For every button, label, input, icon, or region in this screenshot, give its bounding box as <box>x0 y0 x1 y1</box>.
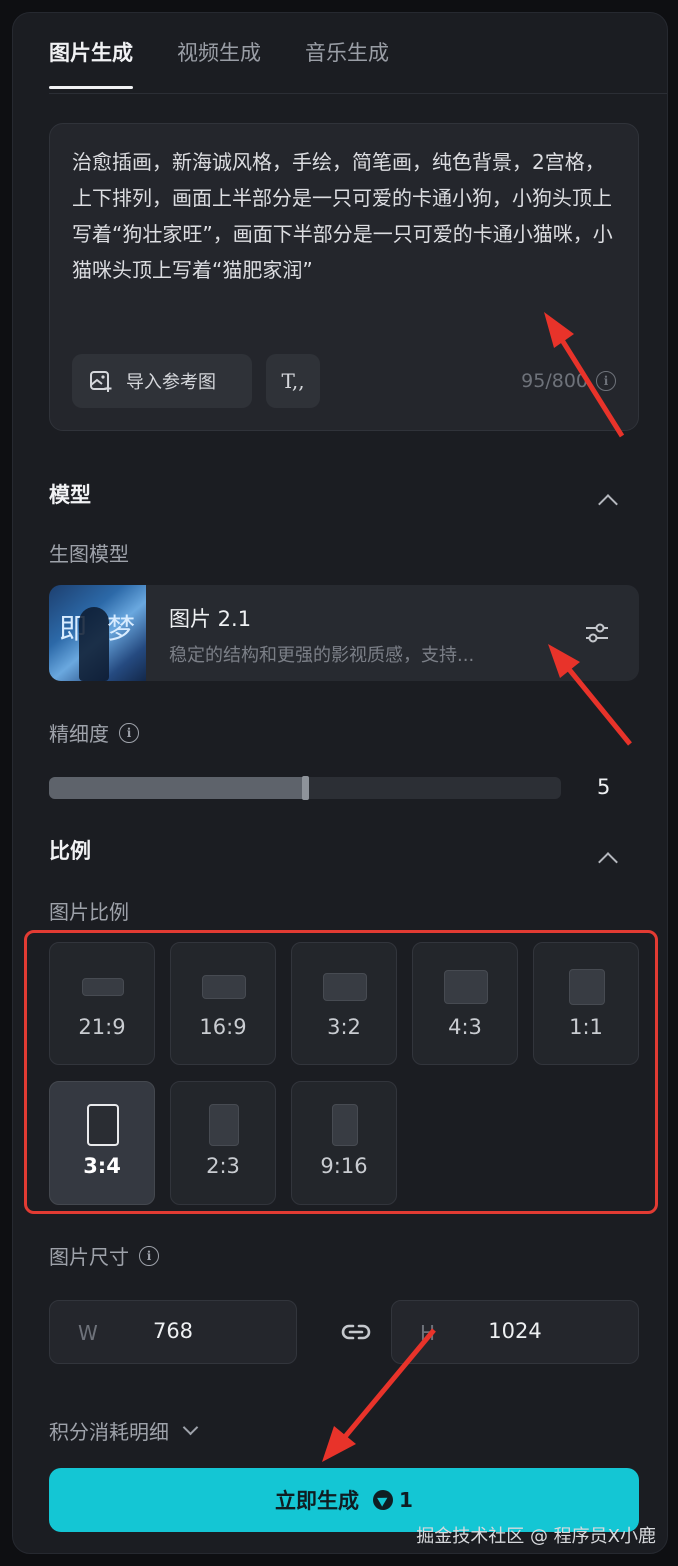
height-value[interactable]: 1024 <box>392 1319 638 1343</box>
collapse-model-chevron-icon[interactable] <box>598 494 618 514</box>
ratio-shape-icon <box>87 1104 119 1146</box>
tab-bar: 图片生成 视频生成 音乐生成 <box>49 37 389 89</box>
cost-details-toggle[interactable]: 积分消耗明细 <box>49 1416 199 1445</box>
ratio-label: 16:9 <box>199 1015 247 1039</box>
thumb-figure <box>79 607 109 681</box>
detail-label-row: 精细度 i <box>49 718 139 747</box>
prompt-text[interactable]: 治愈插画，新海诚风格，手绘，简笔画，纯色背景，2宫格，上下排列，画面上半部分是一… <box>72 144 620 288</box>
sliders-settings-icon[interactable] <box>583 619 611 647</box>
detail-label: 精细度 <box>49 722 109 746</box>
model-name: 图片 2.1 <box>169 607 252 631</box>
thumb-glyph-2: 梦 <box>107 612 136 645</box>
tab-image-generation[interactable]: 图片生成 <box>49 37 133 89</box>
watermark: 掘金技术社区 @ 程序员X小鹿 <box>416 1526 656 1547</box>
ratio-shape-icon <box>209 1104 239 1146</box>
ratio-option-2-3[interactable]: 2:3 <box>170 1081 276 1205</box>
width-field[interactable]: W 768 <box>49 1300 297 1364</box>
detail-value: 5 <box>597 775 611 799</box>
detail-info-icon[interactable]: i <box>119 722 139 743</box>
image-add-icon <box>90 371 112 392</box>
info-icon[interactable]: i <box>596 371 616 391</box>
model-thumbnail: 即 梦 <box>49 585 146 681</box>
prompt-input[interactable]: 治愈插画，新海诚风格，手绘，简笔画，纯色背景，2宫格，上下排列，画面上半部分是一… <box>49 123 639 431</box>
ratio-option-1-1[interactable]: 1:1 <box>533 942 639 1065</box>
import-reference-button[interactable]: 导入参考图 <box>72 354 252 408</box>
model-description: 稳定的结构和更强的影视质感，支持... <box>169 645 475 666</box>
ratio-option-3-4[interactable]: 3:4 <box>49 1081 155 1205</box>
link-aspect-icon[interactable] <box>339 1315 373 1349</box>
import-reference-label: 导入参考图 <box>126 372 216 393</box>
tabs-divider <box>49 93 667 94</box>
ratio-shape-icon <box>323 973 367 1001</box>
model-sub-label: 生图模型 <box>49 542 129 566</box>
ratio-label: 2:3 <box>206 1154 240 1178</box>
ratio-label: 21:9 <box>78 1015 126 1039</box>
ratio-label: 1:1 <box>569 1015 603 1039</box>
generate-label: 立即生成 <box>275 1489 360 1513</box>
slider-fill <box>49 777 305 799</box>
text-tool-button[interactable]: T,, <box>266 354 320 408</box>
cost-label: 积分消耗明细 <box>49 1420 169 1444</box>
ratio-shape-icon <box>82 978 124 996</box>
text-format-icon: T,, <box>281 369 305 393</box>
ratio-label: 3:2 <box>327 1015 361 1039</box>
ratio-option-9-16[interactable]: 9:16 <box>291 1081 397 1205</box>
ratio-section-title: 比例 <box>49 839 91 863</box>
width-value[interactable]: 768 <box>50 1319 296 1343</box>
credit-count: 1 <box>399 1488 413 1512</box>
credit-cost: 1 <box>373 1488 413 1512</box>
chevron-down-icon <box>182 1419 199 1436</box>
tab-music-generation[interactable]: 音乐生成 <box>305 37 389 89</box>
slider-handle[interactable] <box>302 776 309 800</box>
generation-panel: 图片生成 视频生成 音乐生成 治愈插画，新海诚风格，手绘，简笔画，纯色背景，2宫… <box>12 12 668 1554</box>
detail-slider[interactable] <box>49 776 561 800</box>
char-count: 95/800 <box>521 370 588 392</box>
ratio-option-3-2[interactable]: 3:2 <box>291 942 397 1065</box>
ratio-label: 3:4 <box>83 1154 121 1178</box>
ratio-option-16-9[interactable]: 16:9 <box>170 942 276 1065</box>
ratio-option-4-3[interactable]: 4:3 <box>412 942 518 1065</box>
tab-video-generation[interactable]: 视频生成 <box>177 37 261 89</box>
ratio-label: 9:16 <box>320 1154 368 1178</box>
ratio-sub-label: 图片比例 <box>49 900 129 924</box>
collapse-ratio-chevron-icon[interactable] <box>598 852 618 872</box>
height-field[interactable]: H 1024 <box>391 1300 639 1364</box>
ratio-shape-icon <box>569 969 605 1005</box>
model-section-title: 模型 <box>49 483 91 507</box>
ratio-shape-icon <box>332 1104 358 1146</box>
ratio-shape-icon <box>444 970 488 1004</box>
ratio-option-21-9[interactable]: 21:9 <box>49 942 155 1065</box>
ratio-label: 4:3 <box>448 1015 482 1039</box>
model-selector[interactable]: 即 梦 图片 2.1 稳定的结构和更强的影视质感，支持... <box>49 585 639 681</box>
credit-icon <box>373 1490 394 1510</box>
ratio-shape-icon <box>202 975 246 999</box>
size-info-icon[interactable]: i <box>139 1245 159 1266</box>
char-counter: 95/800 i <box>521 370 616 392</box>
size-label: 图片尺寸 <box>49 1245 129 1269</box>
size-label-row: 图片尺寸 i <box>49 1241 159 1270</box>
